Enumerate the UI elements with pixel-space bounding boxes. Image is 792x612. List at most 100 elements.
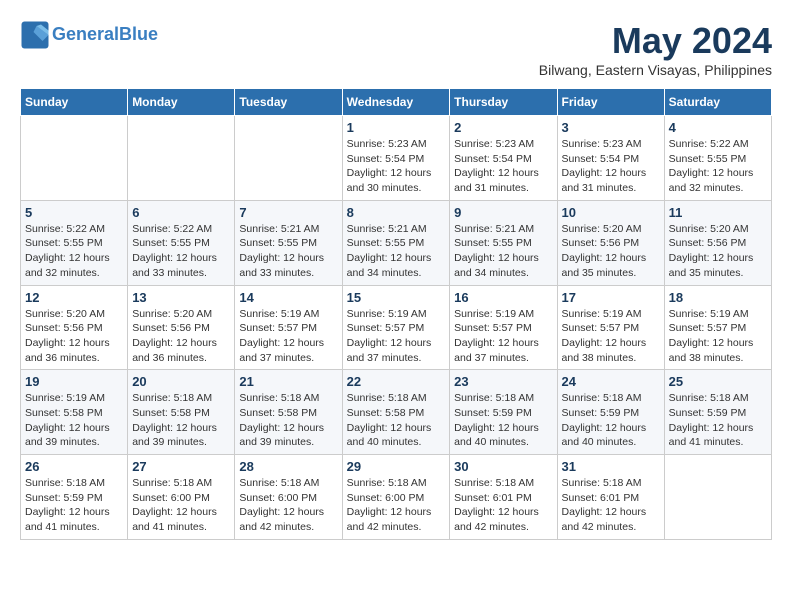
- calendar-cell: 15Sunrise: 5:19 AM Sunset: 5:57 PM Dayli…: [342, 285, 450, 370]
- day-info: Sunrise: 5:23 AM Sunset: 5:54 PM Dayligh…: [347, 137, 446, 196]
- day-info: Sunrise: 5:18 AM Sunset: 6:00 PM Dayligh…: [132, 476, 230, 535]
- day-info: Sunrise: 5:18 AM Sunset: 5:58 PM Dayligh…: [239, 391, 337, 450]
- logo-text: GeneralBlue: [52, 24, 158, 46]
- day-info: Sunrise: 5:22 AM Sunset: 5:55 PM Dayligh…: [669, 137, 767, 196]
- day-info: Sunrise: 5:18 AM Sunset: 5:58 PM Dayligh…: [132, 391, 230, 450]
- day-number: 27: [132, 459, 230, 474]
- day-number: 13: [132, 290, 230, 305]
- day-number: 3: [562, 120, 660, 135]
- calendar-cell: 16 Sunrise: 5:19 AM Sunset: 5:57 PM Dayli…: [450, 285, 557, 370]
- day-info: Sunrise: 5:23 AM Sunset: 5:54 PM Dayligh…: [454, 137, 552, 196]
- day-number: 22: [347, 374, 446, 389]
- day-number: 21: [239, 374, 337, 389]
- day-info: Sunrise: 5:18 AM Sunset: 6:01 PM Dayligh…: [454, 476, 552, 535]
- day-info: Sunrise: 5:19 AM Sunset: 5:58 PM Dayligh…: [25, 391, 123, 450]
- day-number: 31: [562, 459, 660, 474]
- calendar-cell: 23Sunrise: 5:18 AM Sunset: 5:59 PM Dayli…: [450, 370, 557, 455]
- day-number: 18: [669, 290, 767, 305]
- day-number: 8: [347, 205, 446, 220]
- day-number: 11: [669, 205, 767, 220]
- day-info: Sunrise: 5:19 AM Sunset: 5:57 PM Dayligh…: [347, 307, 446, 366]
- weekday-header: Saturday: [664, 89, 771, 116]
- day-number: 17: [562, 290, 660, 305]
- day-number: 7: [239, 205, 337, 220]
- calendar-cell: 21 Sunrise: 5:18 AM Sunset: 5:58 PM Dayli…: [235, 370, 342, 455]
- page-header: GeneralBlue May 2024 Bilwang, Eastern Vi…: [20, 20, 772, 78]
- day-info: Sunrise: 5:19 AM Sunset: 5:57 PM Dayligh…: [669, 307, 767, 366]
- calendar-cell: 31 Sunrise: 5:18 AM Sunset: 6:01 PM Dayli…: [557, 455, 664, 540]
- day-info: Sunrise: 5:18 AM Sunset: 5:58 PM Dayligh…: [347, 391, 446, 450]
- calendar-cell: 24 Sunrise: 5:18 AM Sunset: 5:59 PM Dayli…: [557, 370, 664, 455]
- calendar-cell: 10Sunrise: 5:20 AM Sunset: 5:56 PM Dayli…: [557, 200, 664, 285]
- day-number: 26: [25, 459, 123, 474]
- calendar-cell: 11 Sunrise: 5:20 AM Sunset: 5:56 PM Dayli…: [664, 200, 771, 285]
- day-number: 29: [347, 459, 446, 474]
- calendar-week-row: 1 Sunrise: 5:23 AM Sunset: 5:54 PM Daylig…: [21, 116, 772, 201]
- day-number: 16: [454, 290, 552, 305]
- day-number: 1: [347, 120, 446, 135]
- day-info: Sunrise: 5:20 AM Sunset: 5:56 PM Dayligh…: [562, 222, 660, 281]
- calendar-week-row: 19Sunrise: 5:19 AM Sunset: 5:58 PM Dayli…: [21, 370, 772, 455]
- day-number: 5: [25, 205, 123, 220]
- day-info: Sunrise: 5:22 AM Sunset: 5:55 PM Dayligh…: [132, 222, 230, 281]
- calendar-cell: 3 Sunrise: 5:23 AM Sunset: 5:54 PM Daylig…: [557, 116, 664, 201]
- day-info: Sunrise: 5:20 AM Sunset: 5:56 PM Dayligh…: [25, 307, 123, 366]
- calendar-cell: 1 Sunrise: 5:23 AM Sunset: 5:54 PM Daylig…: [342, 116, 450, 201]
- day-info: Sunrise: 5:22 AM Sunset: 5:55 PM Dayligh…: [25, 222, 123, 281]
- calendar-week-row: 12 Sunrise: 5:20 AM Sunset: 5:56 PM Dayli…: [21, 285, 772, 370]
- calendar-cell: 9Sunrise: 5:21 AM Sunset: 5:55 PM Daylig…: [450, 200, 557, 285]
- calendar-cell: 8 Sunrise: 5:21 AM Sunset: 5:55 PM Daylig…: [342, 200, 450, 285]
- weekday-header: Wednesday: [342, 89, 450, 116]
- calendar-cell: 22 Sunrise: 5:18 AM Sunset: 5:58 PM Dayli…: [342, 370, 450, 455]
- weekday-header: Monday: [128, 89, 235, 116]
- month-title: May 2024: [539, 20, 772, 62]
- day-number: 9: [454, 205, 552, 220]
- calendar-cell: 6 Sunrise: 5:22 AM Sunset: 5:55 PM Daylig…: [128, 200, 235, 285]
- logo-icon: [20, 20, 50, 50]
- day-number: 6: [132, 205, 230, 220]
- day-info: Sunrise: 5:18 AM Sunset: 5:59 PM Dayligh…: [454, 391, 552, 450]
- calendar-week-row: 26Sunrise: 5:18 AM Sunset: 5:59 PM Dayli…: [21, 455, 772, 540]
- day-number: 12: [25, 290, 123, 305]
- day-number: 14: [239, 290, 337, 305]
- day-number: 20: [132, 374, 230, 389]
- weekday-row: SundayMondayTuesdayWednesdayThursdayFrid…: [21, 89, 772, 116]
- calendar-cell: 27 Sunrise: 5:18 AM Sunset: 6:00 PM Dayli…: [128, 455, 235, 540]
- day-info: Sunrise: 5:18 AM Sunset: 6:00 PM Dayligh…: [239, 476, 337, 535]
- weekday-header: Thursday: [450, 89, 557, 116]
- day-info: Sunrise: 5:18 AM Sunset: 6:01 PM Dayligh…: [562, 476, 660, 535]
- calendar-cell: 5 Sunrise: 5:22 AM Sunset: 5:55 PM Daylig…: [21, 200, 128, 285]
- day-info: Sunrise: 5:18 AM Sunset: 5:59 PM Dayligh…: [669, 391, 767, 450]
- day-number: 4: [669, 120, 767, 135]
- calendar-cell: 2 Sunrise: 5:23 AM Sunset: 5:54 PM Daylig…: [450, 116, 557, 201]
- day-info: Sunrise: 5:19 AM Sunset: 5:57 PM Dayligh…: [239, 307, 337, 366]
- calendar-cell: 20 Sunrise: 5:18 AM Sunset: 5:58 PM Dayli…: [128, 370, 235, 455]
- calendar: SundayMondayTuesdayWednesdayThursdayFrid…: [20, 88, 772, 540]
- day-number: 25: [669, 374, 767, 389]
- day-info: Sunrise: 5:18 AM Sunset: 6:00 PM Dayligh…: [347, 476, 446, 535]
- day-info: Sunrise: 5:23 AM Sunset: 5:54 PM Dayligh…: [562, 137, 660, 196]
- day-number: 24: [562, 374, 660, 389]
- day-info: Sunrise: 5:18 AM Sunset: 5:59 PM Dayligh…: [562, 391, 660, 450]
- day-info: Sunrise: 5:21 AM Sunset: 5:55 PM Dayligh…: [347, 222, 446, 281]
- day-number: 30: [454, 459, 552, 474]
- day-number: 2: [454, 120, 552, 135]
- calendar-cell: 13 Sunrise: 5:20 AM Sunset: 5:56 PM Dayli…: [128, 285, 235, 370]
- calendar-header: SundayMondayTuesdayWednesdayThursdayFrid…: [21, 89, 772, 116]
- calendar-cell: [664, 455, 771, 540]
- day-info: Sunrise: 5:20 AM Sunset: 5:56 PM Dayligh…: [669, 222, 767, 281]
- calendar-cell: 12 Sunrise: 5:20 AM Sunset: 5:56 PM Dayli…: [21, 285, 128, 370]
- calendar-week-row: 5 Sunrise: 5:22 AM Sunset: 5:55 PM Daylig…: [21, 200, 772, 285]
- day-info: Sunrise: 5:20 AM Sunset: 5:56 PM Dayligh…: [132, 307, 230, 366]
- weekday-header: Sunday: [21, 89, 128, 116]
- calendar-cell: 30 Sunrise: 5:18 AM Sunset: 6:01 PM Dayli…: [450, 455, 557, 540]
- day-info: Sunrise: 5:19 AM Sunset: 5:57 PM Dayligh…: [454, 307, 552, 366]
- weekday-header: Friday: [557, 89, 664, 116]
- location: Bilwang, Eastern Visayas, Philippines: [539, 62, 772, 78]
- calendar-cell: [128, 116, 235, 201]
- calendar-cell: 29 Sunrise: 5:18 AM Sunset: 6:00 PM Dayli…: [342, 455, 450, 540]
- calendar-cell: 25 Sunrise: 5:18 AM Sunset: 5:59 PM Dayli…: [664, 370, 771, 455]
- title-block: May 2024 Bilwang, Eastern Visayas, Phili…: [539, 20, 772, 78]
- day-number: 28: [239, 459, 337, 474]
- weekday-header: Tuesday: [235, 89, 342, 116]
